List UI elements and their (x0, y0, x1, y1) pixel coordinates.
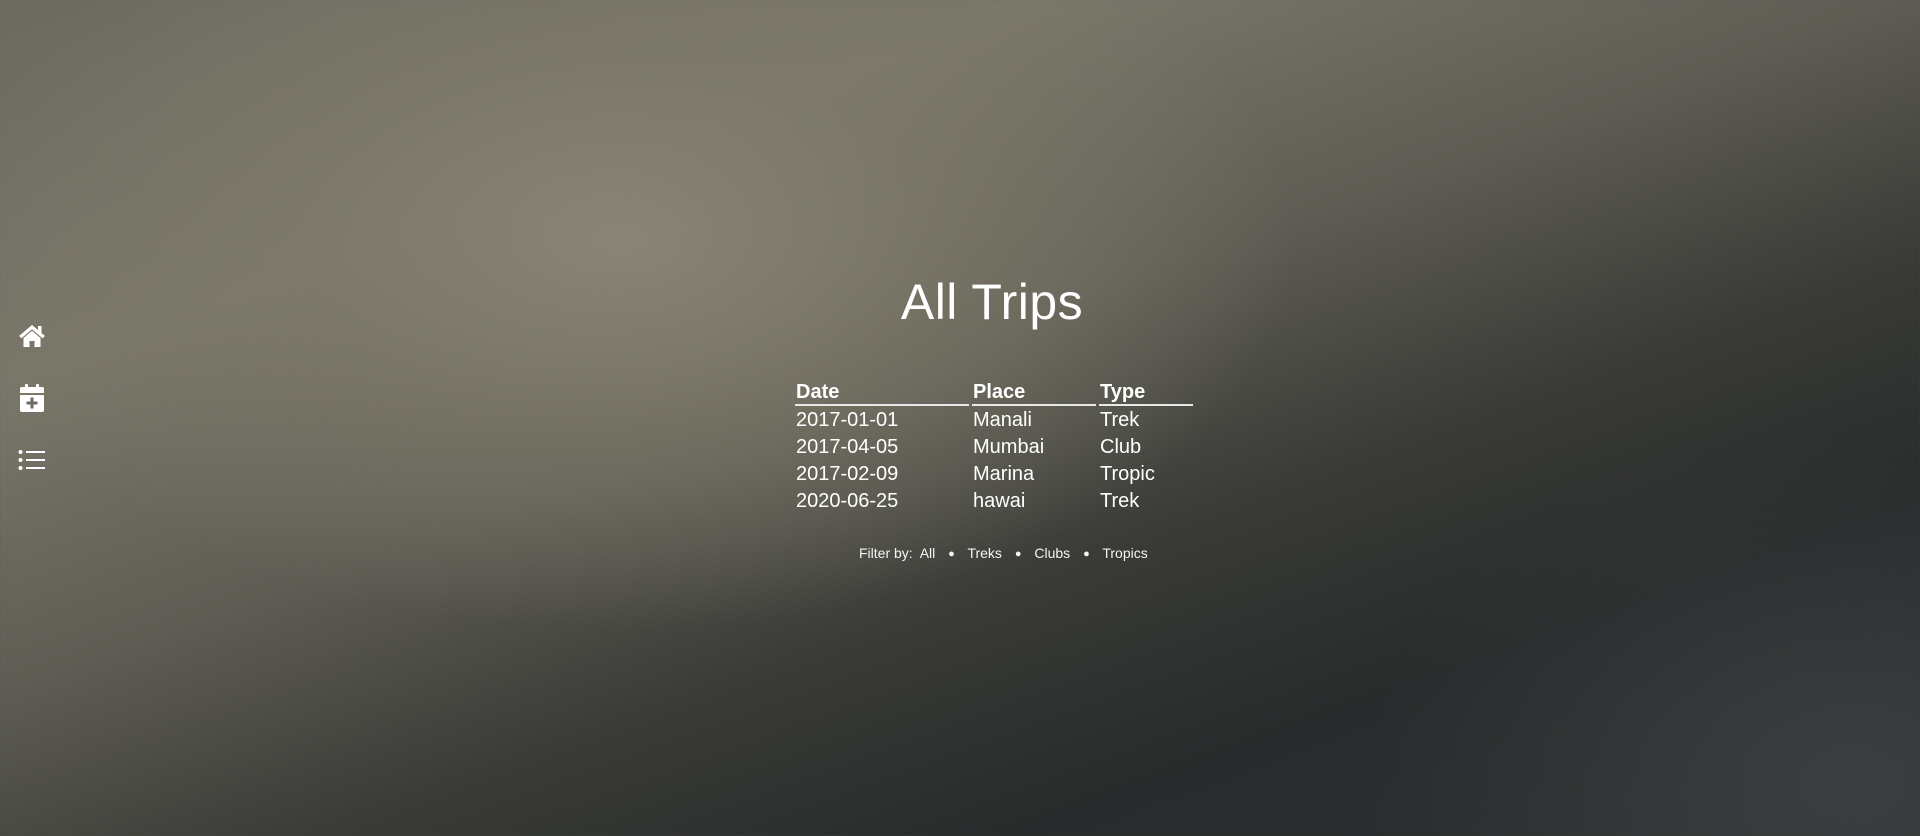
cell-type: Trek (1100, 490, 1140, 512)
cell-type: Club (1100, 436, 1142, 458)
filter-bar: Filter by: All ● Treks ● Clubs ● Tropics (859, 544, 1148, 564)
trips-table: Date Place Type 2017-01-01 Manali Trek 2… (792, 380, 1196, 514)
page-title: All Trips (900, 274, 1084, 330)
cell-place: Marina (973, 463, 1035, 485)
cell-date: 2020-06-25 (796, 490, 899, 512)
filter-tropics-link[interactable]: Tropics (1102, 545, 1147, 561)
sidebar-nav (14, 320, 50, 506)
column-header-date[interactable]: Date (795, 380, 969, 406)
table-row: 2017-04-05 Mumbai Club (795, 433, 1193, 460)
column-header-place[interactable]: Place (972, 380, 1096, 406)
separator-dot: ● (1014, 548, 1022, 560)
cell-place: hawai (973, 490, 1026, 512)
separator-dot: ● (948, 548, 955, 560)
table-row: 2017-02-09 Marina Tropic (795, 460, 1193, 487)
cell-date: 2017-04-05 (796, 436, 899, 458)
calendar-plus-icon[interactable] (16, 382, 48, 414)
table-header-row: Date Place Type (795, 380, 1193, 406)
filter-all-link[interactable]: All (920, 545, 936, 561)
table-row: 2017-01-01 Manali Trek (795, 406, 1193, 433)
cell-date: 2017-01-01 (796, 409, 899, 431)
list-icon[interactable] (16, 444, 48, 476)
cell-type: Tropic (1100, 463, 1155, 485)
filter-label: Filter by: (859, 545, 913, 561)
table-row: 2020-06-25 hawai Trek (795, 487, 1193, 514)
cell-place: Mumbai (973, 436, 1045, 458)
filter-clubs-link[interactable]: Clubs (1034, 545, 1070, 561)
column-header-type[interactable]: Type (1099, 380, 1193, 406)
cell-date: 2017-02-09 (796, 463, 899, 485)
filter-treks-link[interactable]: Treks (967, 545, 1001, 561)
cell-type: Trek (1100, 409, 1140, 431)
separator-dot: ● (1083, 548, 1090, 560)
cell-place: Manali (973, 409, 1032, 431)
